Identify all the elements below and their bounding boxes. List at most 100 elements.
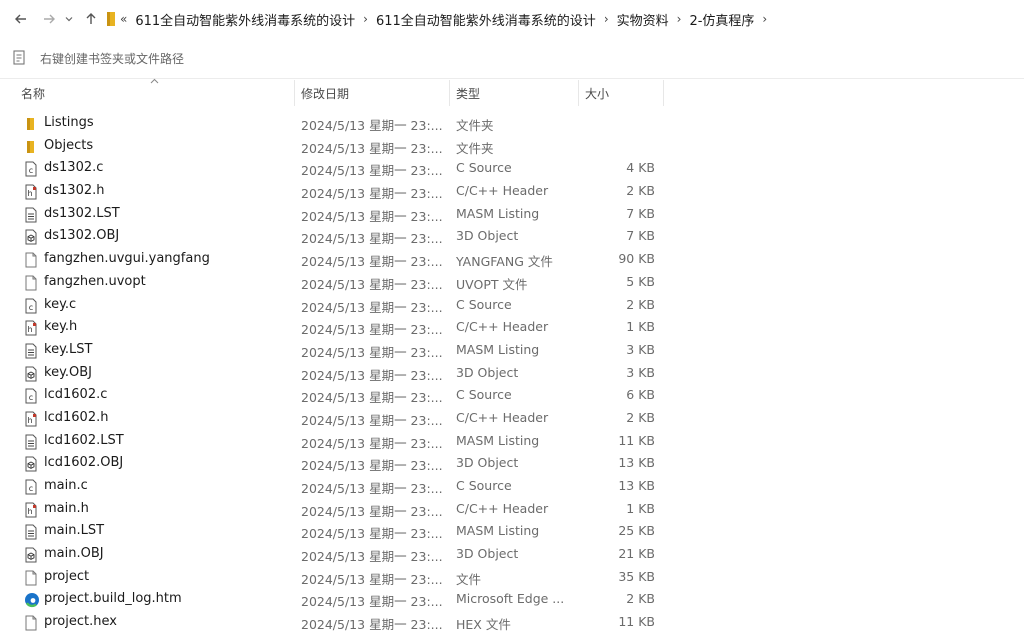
- file-name: main.c: [44, 478, 88, 493]
- file-row[interactable]: main.OBJ 2024/5/13 星期一 23:... 3D Object 21 …: [0, 544, 1024, 567]
- file-size: 2 KB: [626, 183, 655, 199]
- file-size: 4 KB: [626, 160, 655, 176]
- file-size: 6 KB: [626, 387, 655, 403]
- file-row[interactable]: project.build_log.htm 2024/5/13 星期一 23:..…: [0, 589, 1024, 612]
- breadcrumb-item[interactable]: 实物资料: [613, 10, 673, 29]
- blank-file-icon: [24, 615, 38, 631]
- file-type: MASM Listing: [456, 205, 540, 221]
- file-name: lcd1602.LST: [44, 432, 124, 448]
- forward-button[interactable]: [38, 8, 60, 30]
- file-row[interactable]: Listings 2024/5/13 星期一 23:... 文件夹: [0, 113, 1024, 136]
- column-header-name[interactable]: 名称: [21, 85, 45, 102]
- breadcrumb-item[interactable]: 611全自动智能紫外线消毒系统的设计: [131, 10, 359, 29]
- blank-file-icon: [24, 252, 38, 268]
- file-type: MASM Listing: [456, 432, 540, 448]
- 3d-object-icon: [24, 547, 38, 563]
- folder-icon: [107, 12, 115, 26]
- file-type: 文件: [456, 571, 482, 587]
- column-divider[interactable]: [449, 80, 450, 106]
- file-size: 2 KB: [626, 409, 655, 425]
- file-type: C Source: [456, 387, 512, 403]
- svg-text:c: c: [29, 484, 33, 493]
- file-size: 90 KB: [618, 251, 655, 267]
- file-size: 1 KB: [626, 319, 655, 335]
- 3d-object-icon: [24, 456, 38, 472]
- file-name: ds1302.h: [44, 183, 105, 199]
- file-type: MASM Listing: [456, 341, 540, 357]
- file-date: 2024/5/13 星期一 23:...: [301, 458, 443, 474]
- file-date: 2024/5/13 星期一 23:...: [301, 140, 443, 156]
- recent-locations-button[interactable]: [62, 8, 76, 30]
- chevron-right-icon[interactable]: ›: [758, 12, 771, 26]
- file-date: 2024/5/13 星期一 23:...: [301, 344, 443, 360]
- svg-text:h: h: [27, 189, 32, 198]
- file-row[interactable]: h ds1302.h 2024/5/13 星期一 23:... C/C++ Heade…: [0, 181, 1024, 204]
- file-row[interactable]: c main.c 2024/5/13 星期一 23:... C Source 13 KB: [0, 476, 1024, 499]
- file-row[interactable]: project.hex 2024/5/13 星期一 23:... HEX 文件 11 …: [0, 612, 1024, 635]
- column-header-type[interactable]: 类型: [456, 85, 480, 102]
- file-row[interactable]: key.OBJ 2024/5/13 星期一 23:... 3D Object 3 KB: [0, 363, 1024, 386]
- up-arrow-icon: [86, 13, 96, 24]
- 3d-object-icon: [24, 229, 38, 245]
- file-size: 3 KB: [626, 341, 655, 357]
- file-name: lcd1602.c: [44, 387, 108, 403]
- address-bar: « 611全自动智能紫外线消毒系统的设计 › 611全自动智能紫外线消毒系统的设…: [0, 0, 1024, 38]
- column-divider[interactable]: [294, 80, 295, 106]
- up-button[interactable]: [82, 8, 100, 30]
- file-row[interactable]: fangzhen.uvgui.yangfang 2024/5/13 星期一 23:…: [0, 249, 1024, 272]
- file-type: C/C++ Header: [456, 409, 549, 425]
- svg-text:h: h: [27, 507, 32, 516]
- file-row[interactable]: main.LST 2024/5/13 星期一 23:... MASM Listing…: [0, 521, 1024, 544]
- file-size: 7 KB: [626, 228, 655, 244]
- breadcrumb-item[interactable]: 2-仿真程序: [685, 10, 758, 29]
- file-row[interactable]: c lcd1602.c 2024/5/13 星期一 23:... C Source 6 …: [0, 385, 1024, 408]
- file-row[interactable]: lcd1602.LST 2024/5/13 星期一 23:... MASM List…: [0, 431, 1024, 454]
- header-file-icon: h: [24, 320, 38, 336]
- column-header-date[interactable]: 修改日期: [301, 85, 349, 102]
- breadcrumb-item[interactable]: 611全自动智能紫外线消毒系统的设计: [372, 10, 600, 29]
- file-row[interactable]: ds1302.LST 2024/5/13 星期一 23:... MASM Listi…: [0, 204, 1024, 227]
- file-name: project.hex: [44, 614, 117, 630]
- chevron-right-icon[interactable]: ›: [673, 12, 686, 26]
- file-size: 13 KB: [618, 455, 655, 471]
- svg-text:h: h: [27, 416, 32, 425]
- file-row[interactable]: Objects 2024/5/13 星期一 23:... 文件夹: [0, 136, 1024, 159]
- file-size: 21 KB: [618, 546, 655, 562]
- file-row[interactable]: c key.c 2024/5/13 星期一 23:... C Source 2 KB: [0, 295, 1024, 318]
- file-row[interactable]: fangzhen.uvopt 2024/5/13 星期一 23:... UVOPT …: [0, 272, 1024, 295]
- breadcrumb-overflow[interactable]: «: [116, 12, 131, 26]
- file-date: 2024/5/13 星期一 23:...: [301, 254, 443, 270]
- file-name: key.c: [44, 296, 77, 312]
- file-size: 7 KB: [626, 205, 655, 221]
- file-row[interactable]: c ds1302.c 2024/5/13 星期一 23:... C Source 4 K…: [0, 158, 1024, 181]
- back-button[interactable]: [10, 8, 32, 30]
- column-divider[interactable]: [663, 80, 664, 106]
- listing-file-icon: [24, 524, 38, 540]
- bookmark-icon: [13, 50, 25, 65]
- file-row[interactable]: h main.h 2024/5/13 星期一 23:... C/C++ Header 1…: [0, 499, 1024, 522]
- listing-file-icon: [24, 434, 38, 450]
- column-header-size[interactable]: 大小: [585, 85, 609, 102]
- file-type: 3D Object: [456, 364, 519, 380]
- chevron-right-icon[interactable]: ›: [359, 12, 372, 26]
- listing-file-icon: [24, 207, 38, 223]
- file-size: 35 KB: [618, 568, 655, 584]
- svg-text:c: c: [29, 303, 33, 312]
- file-row[interactable]: h key.h 2024/5/13 星期一 23:... C/C++ Header 1 …: [0, 317, 1024, 340]
- file-size: 25 KB: [618, 523, 655, 539]
- file-row[interactable]: key.LST 2024/5/13 星期一 23:... MASM Listing 3…: [0, 340, 1024, 363]
- chevron-down-icon: [65, 17, 73, 22]
- file-date: 2024/5/13 星期一 23:...: [301, 208, 443, 224]
- file-type: 3D Object: [456, 546, 519, 562]
- file-row[interactable]: lcd1602.OBJ 2024/5/13 星期一 23:... 3D Object…: [0, 453, 1024, 476]
- file-name: main.OBJ: [44, 546, 104, 562]
- svg-text:h: h: [27, 325, 32, 334]
- file-row[interactable]: h lcd1602.h 2024/5/13 星期一 23:... C/C++ Head…: [0, 408, 1024, 431]
- favorites-bar-hint: 右键创建书签夹或文件路径: [40, 52, 185, 66]
- column-divider[interactable]: [578, 80, 579, 106]
- file-row[interactable]: project 2024/5/13 星期一 23:... 文件 35 KB: [0, 567, 1024, 590]
- file-size: 2 KB: [626, 296, 655, 312]
- file-type: 3D Object: [456, 228, 519, 244]
- file-row[interactable]: ds1302.OBJ 2024/5/13 星期一 23:... 3D Object 7…: [0, 226, 1024, 249]
- chevron-right-icon[interactable]: ›: [600, 12, 613, 26]
